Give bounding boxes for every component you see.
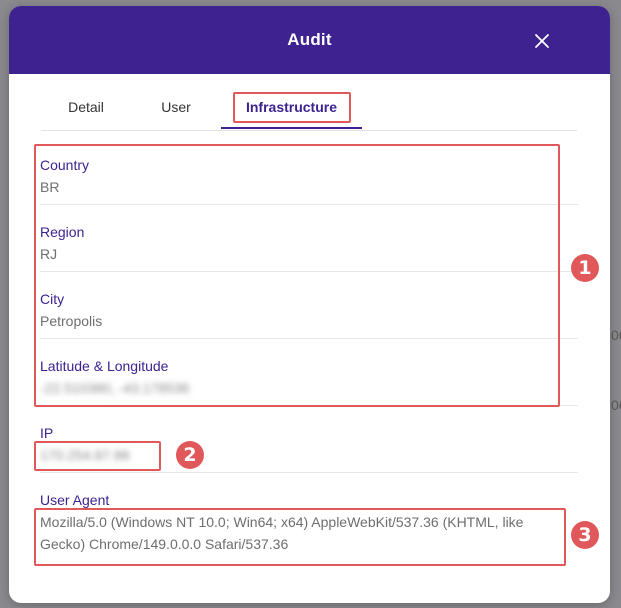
latlng-value: -22.510380, -43.178536 — [40, 380, 190, 396]
city-value: Petropolis — [40, 313, 103, 329]
user-agent-value: Mozilla/5.0 (Windows NT 10.0; Win64; x64… — [40, 514, 524, 552]
divider — [40, 405, 578, 406]
ip-label: IP — [40, 425, 54, 441]
divider — [40, 204, 578, 205]
annotation-badge-2: 2 — [176, 441, 204, 469]
close-button[interactable] — [529, 28, 555, 54]
modal-title: Audit — [287, 30, 332, 49]
tab-detail[interactable]: Detail — [41, 94, 131, 127]
city-label: City — [40, 291, 65, 307]
tab-user[interactable]: User — [131, 94, 221, 127]
tab-infrastructure[interactable]: Infrastructure — [221, 94, 362, 129]
country-label: Country — [40, 157, 90, 173]
divider — [40, 271, 578, 272]
region-label: Region — [40, 224, 85, 240]
ip-value: 170.254.87.88 — [40, 447, 130, 463]
audit-modal: Audit Detail User Infrastructure Country… — [9, 6, 610, 603]
modal-header: Audit — [9, 6, 610, 74]
background-text-fragment: 06 — [611, 397, 621, 413]
divider — [40, 472, 578, 473]
tab-bar: Detail User Infrastructure — [41, 94, 577, 131]
user-agent-label: User Agent — [40, 492, 110, 508]
country-value: BR — [40, 179, 60, 195]
region-value: RJ — [40, 246, 58, 262]
background-text-fragment: 06 — [611, 327, 621, 343]
annotation-badge-3: 3 — [571, 521, 599, 549]
divider — [40, 338, 578, 339]
close-icon — [529, 28, 555, 54]
latlng-label: Latitude & Longitude — [40, 358, 169, 374]
annotation-badge-1: 1 — [571, 254, 599, 282]
